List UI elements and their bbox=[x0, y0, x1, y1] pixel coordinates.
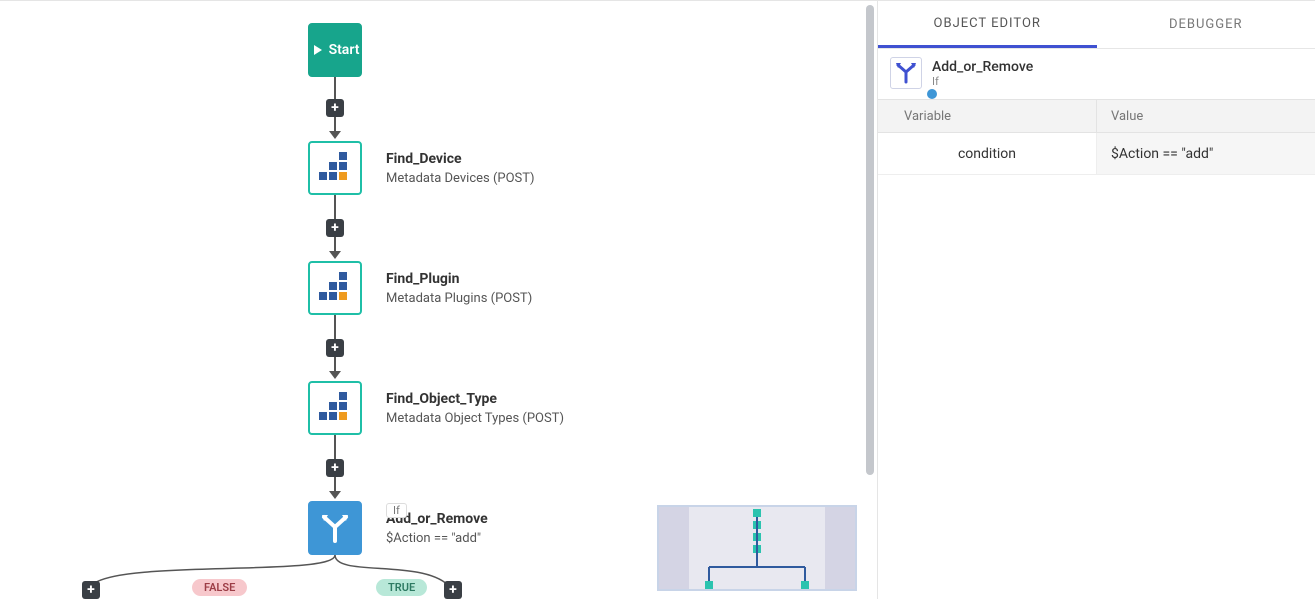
add-step-button[interactable]: + bbox=[326, 219, 344, 237]
connector bbox=[334, 435, 336, 459]
scrollbar[interactable] bbox=[866, 5, 874, 475]
arrow-icon bbox=[329, 371, 341, 379]
branch-icon bbox=[895, 62, 917, 84]
connector bbox=[334, 315, 336, 339]
metadata-icon[interactable] bbox=[308, 261, 362, 315]
node-subtitle: Metadata Devices (POST) bbox=[386, 171, 535, 186]
node-subtitle: Metadata Plugins (POST) bbox=[386, 291, 532, 306]
blocks-icon bbox=[317, 150, 353, 186]
property-value[interactable]: $Action == "add" bbox=[1096, 133, 1315, 174]
branch-false-label: FALSE bbox=[192, 579, 247, 596]
properties-header: Variable Value bbox=[878, 99, 1315, 133]
tab-debugger[interactable]: DEBUGGER bbox=[1097, 1, 1315, 48]
node-title: Find_Device bbox=[386, 151, 535, 167]
property-row[interactable]: condition $Action == "add" bbox=[878, 133, 1315, 175]
connector bbox=[334, 357, 336, 371]
blocks-icon bbox=[317, 270, 353, 306]
mini-map-graphic bbox=[659, 507, 855, 589]
node-text: Find_Object_Type Metadata Object Types (… bbox=[386, 391, 564, 426]
metadata-icon[interactable] bbox=[308, 381, 362, 435]
branch-split bbox=[80, 555, 590, 595]
object-title: Add_or_Remove bbox=[932, 59, 1033, 75]
object-header: Add_or_Remove If bbox=[878, 49, 1315, 91]
connector bbox=[334, 237, 336, 251]
node-title: Find_Plugin bbox=[386, 271, 532, 287]
col-value: Value bbox=[1096, 100, 1315, 132]
object-type-icon bbox=[890, 57, 922, 89]
branch-icon bbox=[318, 511, 352, 545]
canvas-pane[interactable]: Start + Find_Device Metada bbox=[0, 1, 877, 599]
node-find-device[interactable]: Find_Device Metadata Devices (POST) bbox=[308, 141, 535, 195]
add-step-button[interactable]: + bbox=[326, 339, 344, 357]
branch-condition: $Action == "add" bbox=[386, 531, 488, 546]
branch-true-label: TRUE bbox=[376, 579, 427, 596]
node-find-plugin[interactable]: Find_Plugin Metadata Plugins (POST) bbox=[308, 261, 532, 315]
side-tabs: OBJECT EDITOR DEBUGGER bbox=[878, 1, 1315, 49]
play-icon bbox=[311, 43, 325, 57]
node-title: Find_Object_Type bbox=[386, 391, 564, 407]
metadata-icon[interactable] bbox=[308, 141, 362, 195]
side-panel: OBJECT EDITOR DEBUGGER Add_or_Remove If … bbox=[877, 1, 1315, 599]
mini-map[interactable] bbox=[657, 505, 857, 591]
node-find-object-type[interactable]: Find_Object_Type Metadata Object Types (… bbox=[308, 381, 564, 435]
start-label: Start bbox=[329, 42, 360, 58]
connector bbox=[334, 195, 336, 219]
property-name: condition bbox=[878, 146, 1096, 162]
branch-node-icon[interactable] bbox=[308, 501, 362, 555]
object-header-text: Add_or_Remove If bbox=[932, 59, 1033, 88]
add-step-button[interactable]: + bbox=[326, 459, 344, 477]
arrow-icon bbox=[329, 131, 341, 139]
start-node-icon[interactable]: Start bbox=[308, 23, 362, 77]
node-text: Find_Plugin Metadata Plugins (POST) bbox=[386, 271, 532, 306]
if-tag: If bbox=[386, 503, 407, 518]
node-start[interactable]: Start bbox=[308, 23, 362, 77]
add-branch-false-button[interactable]: + bbox=[82, 581, 100, 599]
arrow-icon bbox=[329, 251, 341, 259]
tab-object-editor[interactable]: OBJECT EDITOR bbox=[878, 1, 1097, 48]
add-step-button[interactable]: + bbox=[326, 99, 344, 117]
flow-canvas[interactable]: Start + Find_Device Metada bbox=[0, 1, 877, 599]
connector bbox=[334, 117, 336, 131]
arrow-icon bbox=[329, 491, 341, 499]
col-variable: Variable bbox=[878, 109, 1096, 124]
blocks-icon bbox=[317, 390, 353, 426]
node-subtitle: Metadata Object Types (POST) bbox=[386, 411, 564, 426]
add-branch-true-button[interactable]: + bbox=[444, 581, 462, 599]
connector bbox=[334, 77, 336, 99]
node-text: Find_Device Metadata Devices (POST) bbox=[386, 151, 535, 186]
connector bbox=[334, 477, 336, 491]
drag-handle[interactable] bbox=[927, 89, 937, 99]
app-root: Start + Find_Device Metada bbox=[0, 0, 1315, 599]
object-type: If bbox=[932, 75, 1033, 88]
